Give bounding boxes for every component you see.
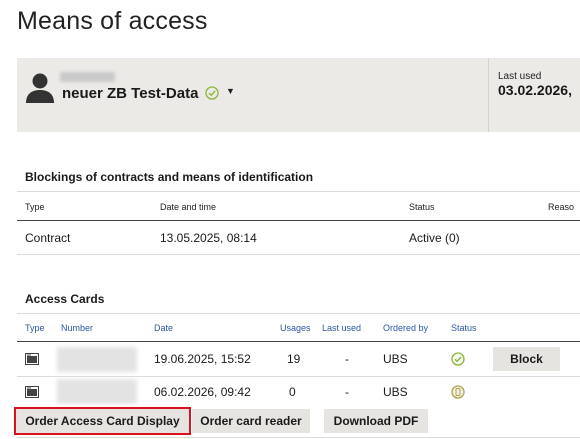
card-usages: 19: [287, 352, 301, 366]
order-access-card-display-button[interactable]: Order Access Card Display: [14, 407, 191, 435]
blockings-title: Blockings of contracts and means of iden…: [25, 170, 314, 184]
card-ordered-by: UBS: [383, 352, 408, 366]
access-card-icon: [25, 386, 39, 398]
profile-bar: neuer ZB Test-Data ▼ Last used 03.02.202…: [17, 58, 580, 132]
blocking-datetime: 13.05.2025, 08:14: [160, 231, 257, 245]
page-title: Means of access: [17, 7, 208, 35]
blocking-status: Active (0): [409, 231, 460, 245]
blocking-type: Contract: [25, 231, 71, 245]
card-ordered-by: UBS: [383, 385, 408, 399]
col-header-status: Status: [409, 202, 435, 212]
divider: [17, 191, 580, 192]
download-pdf-button[interactable]: Download PDF: [324, 409, 428, 433]
col-header-type[interactable]: Type: [25, 323, 45, 333]
pending-circle-icon: [451, 385, 465, 399]
check-circle-icon: [451, 352, 465, 366]
user-avatar-icon: [26, 73, 54, 103]
card-date: 06.02.2026, 09:42: [154, 385, 251, 399]
divider: [17, 376, 580, 377]
col-header-datetime: Date and time: [160, 202, 217, 212]
col-header-date[interactable]: Date: [154, 323, 173, 333]
card-usages: 0: [289, 385, 296, 399]
card-number-redacted: [57, 379, 137, 404]
col-header-type: Type: [25, 202, 45, 212]
order-card-reader-button[interactable]: Order card reader: [192, 409, 310, 433]
col-header-status[interactable]: Status: [451, 323, 477, 333]
card-date: 19.06.2025, 15:52: [154, 352, 251, 366]
profile-divider: [488, 58, 489, 132]
col-header-last-used[interactable]: Last used: [322, 323, 361, 333]
card-last-used: -: [345, 352, 349, 366]
access-cards-title: Access Cards: [25, 292, 105, 306]
col-header-reason: Reaso: [548, 202, 575, 212]
col-header-ordered-by[interactable]: Ordered by: [383, 323, 428, 333]
verified-check-icon: [205, 86, 219, 100]
card-number-redacted: [57, 347, 137, 372]
divider: [17, 437, 580, 438]
user-name[interactable]: neuer ZB Test-Data: [62, 85, 198, 102]
col-header-number[interactable]: Number: [61, 323, 93, 333]
last-used-value: 03.02.2026,: [498, 82, 572, 98]
divider: [17, 254, 580, 255]
header-divider: [17, 341, 580, 342]
chevron-down-icon[interactable]: ▼: [226, 86, 235, 96]
col-header-usages[interactable]: Usages: [280, 323, 311, 333]
user-id-redacted: [60, 72, 115, 82]
block-button[interactable]: Block: [493, 347, 560, 371]
last-used-label: Last used: [498, 71, 542, 82]
header-divider: [17, 220, 580, 221]
card-last-used: -: [345, 385, 349, 399]
divider: [17, 313, 580, 314]
access-card-icon: [25, 353, 39, 365]
